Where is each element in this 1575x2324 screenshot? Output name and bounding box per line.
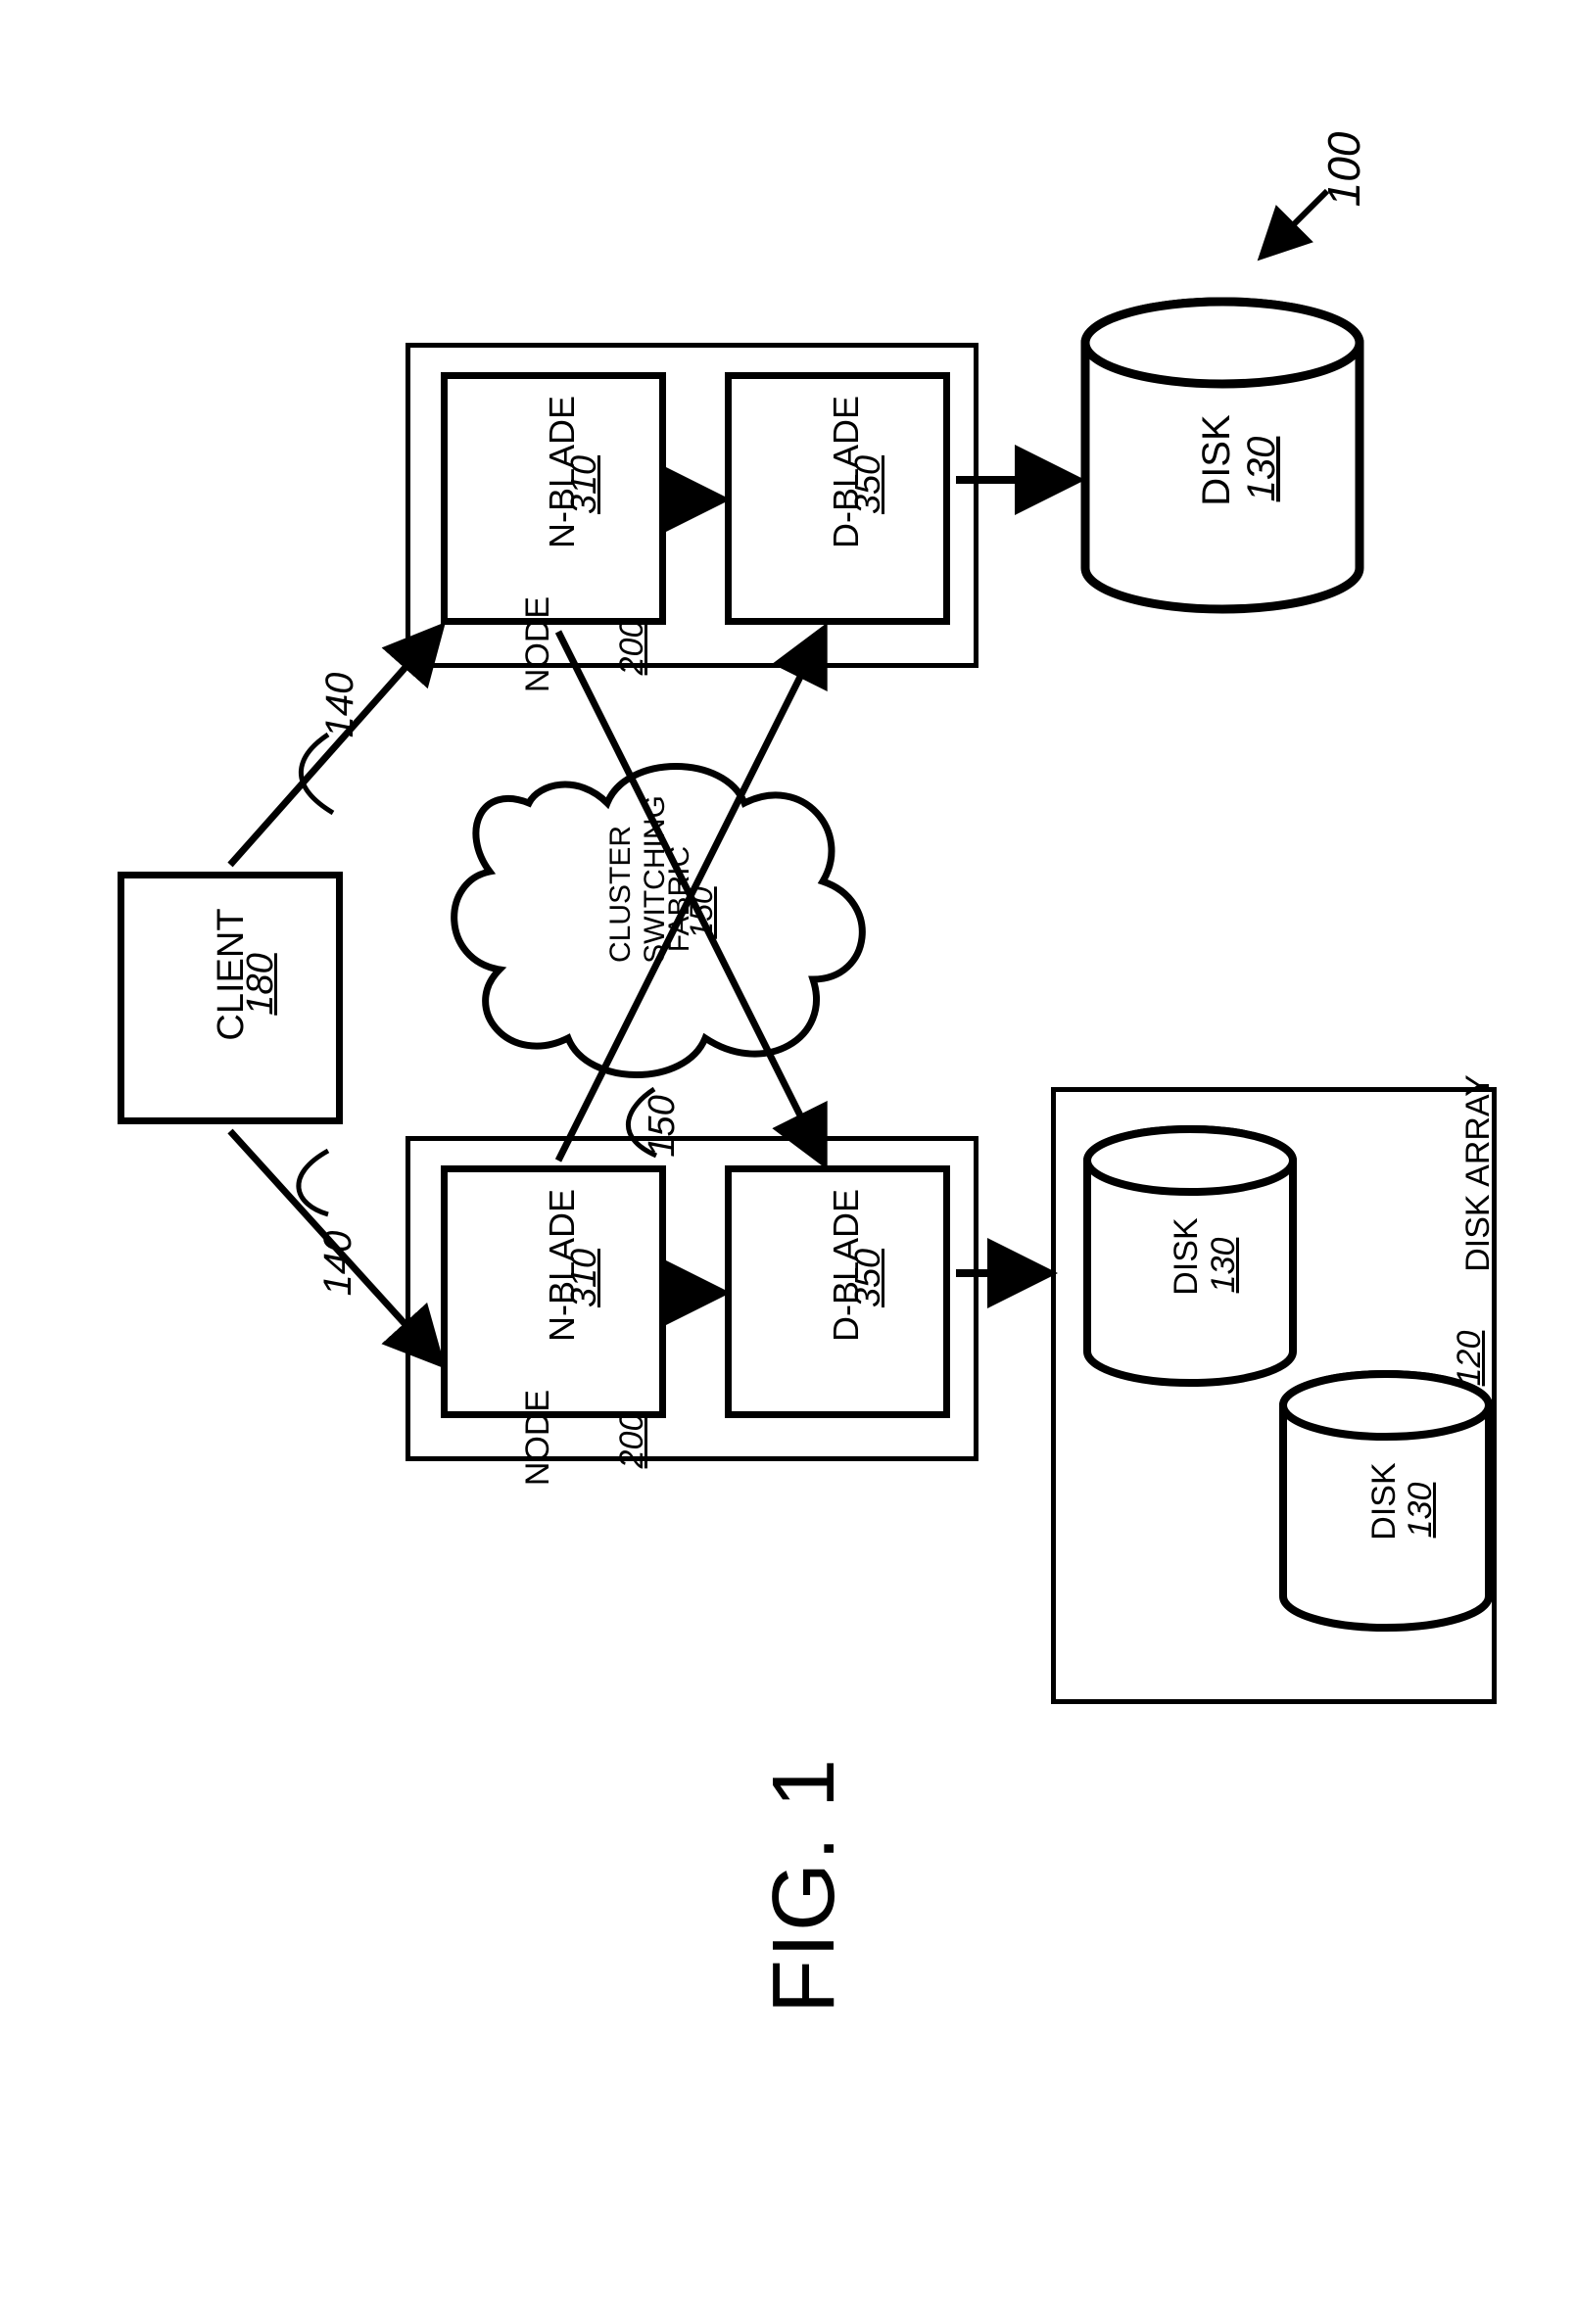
disk-array-ref: 120 [1451, 1319, 1484, 1398]
fabric-line1: CLUSTER [604, 806, 640, 982]
node-top-label: NODE [519, 591, 558, 698]
disk-top-ref: 130 [1240, 425, 1277, 513]
dblade-bottom-ref: 350 [847, 1234, 886, 1322]
figure-caption: FIG. 1 [754, 1738, 852, 2032]
dblade-top-ref: 350 [847, 441, 886, 529]
disk-array-0-ref: 130 [1205, 1226, 1238, 1304]
node-top-ref: 200 [613, 608, 646, 687]
client-ref: 180 [240, 935, 279, 1033]
diagram-stage: 100 CLIENT 180 140 140 N-BLADE 310 D-BLA… [0, 0, 1575, 2324]
fabric-conn-ref: 150 [642, 1082, 681, 1170]
disk-array-0-label: DISK [1168, 1208, 1203, 1305]
disk-top-label: DISK [1195, 406, 1234, 514]
leader-140-bottom [299, 1151, 328, 1214]
figure-ref: 100 [1317, 130, 1366, 209]
conn-ref-140-bottom: 140 [316, 1219, 356, 1307]
disk-array-box [1051, 1087, 1497, 1704]
nblade-bottom-ref: 310 [563, 1234, 602, 1322]
conn-ref-140-top: 140 [318, 661, 358, 749]
disk-array-label: DISK ARRAY [1459, 1066, 1499, 1281]
disk-array-1-ref: 130 [1402, 1471, 1435, 1549]
disk-array-1-label: DISK [1365, 1452, 1401, 1550]
fabric-ref: 150 [684, 869, 717, 957]
node-bottom-label: NODE [519, 1384, 558, 1492]
node-bottom-ref: 200 [613, 1401, 646, 1480]
nblade-top-ref: 310 [563, 441, 602, 529]
